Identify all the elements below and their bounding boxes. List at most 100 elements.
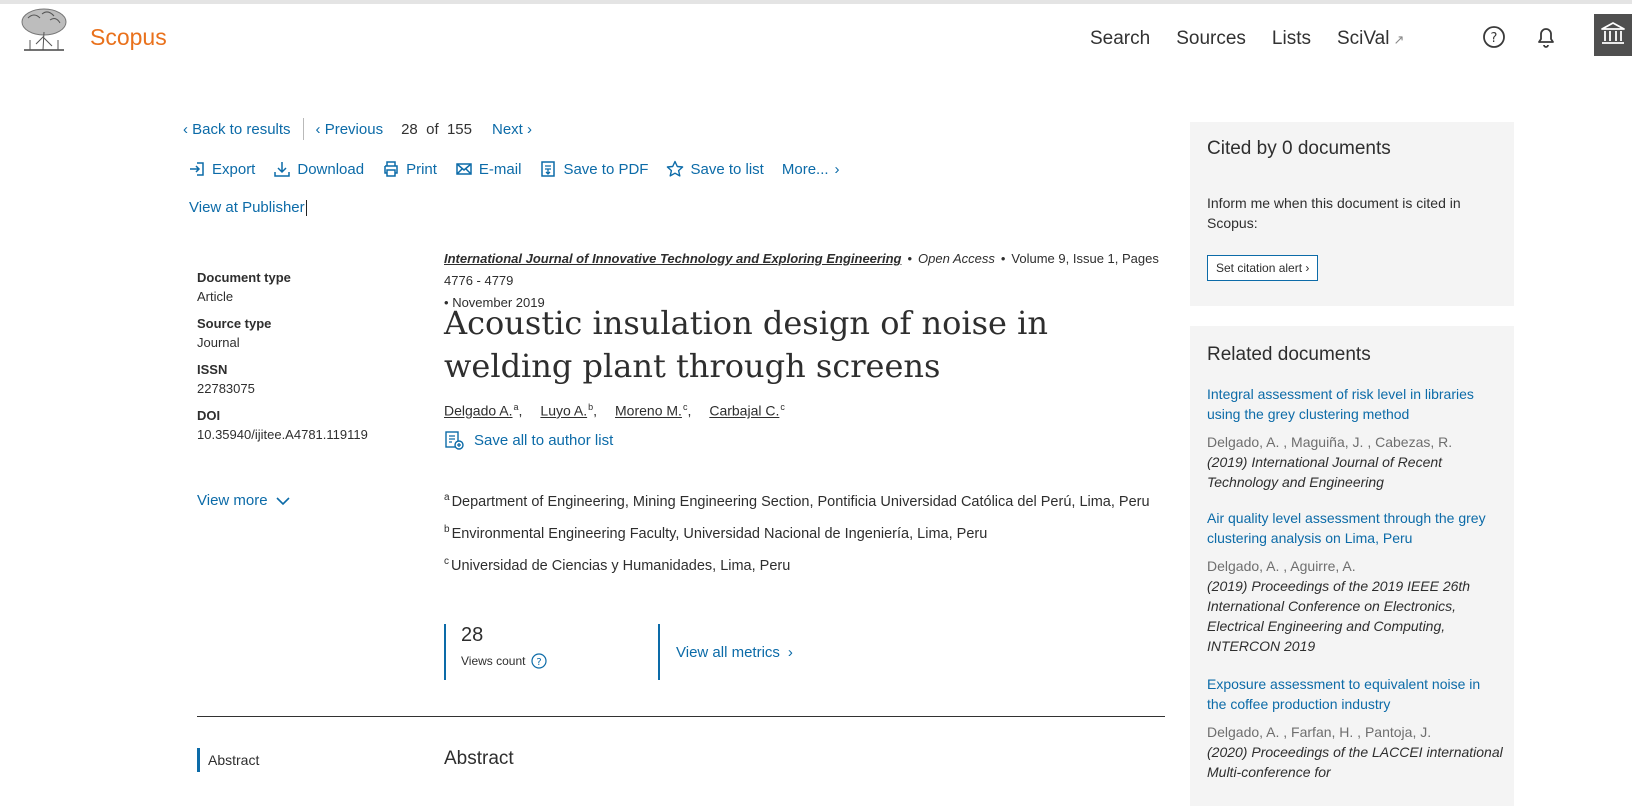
help-icon[interactable]: ? <box>531 653 548 669</box>
view-more-label: View more <box>197 492 268 509</box>
save-to-list-label: Save to list <box>690 160 764 178</box>
document-navigation: ‹ Back to results ‹ Previous 28 of 155 N… <box>183 118 532 140</box>
save-to-pdf-button[interactable]: Save to PDF <box>539 160 648 178</box>
doi-label: DOI <box>197 408 221 423</box>
print-button[interactable]: Print <box>382 160 437 178</box>
source-type-label: Source type <box>197 316 272 331</box>
nav-search[interactable]: Search <box>1090 28 1150 50</box>
pdf-icon <box>541 161 556 177</box>
source-type-value: Journal <box>197 335 240 350</box>
affiliation-sup: b <box>444 523 450 535</box>
view-all-metrics-label: View all metrics <box>676 643 780 661</box>
abstract-heading: Abstract <box>444 748 514 769</box>
author-item: Moreno M.c, <box>615 402 692 419</box>
star-icon <box>667 160 684 177</box>
related-document-link[interactable]: Integral assessment of risk level in lib… <box>1207 384 1503 424</box>
related-document-authors: Delgado, A. , Maguiña, J. , Cabezas, R. <box>1207 434 1453 450</box>
nav-lists[interactable]: Lists <box>1272 28 1311 50</box>
author-item: Carbajal C.c <box>709 402 785 419</box>
print-icon <box>384 161 398 177</box>
print-label: Print <box>406 160 437 178</box>
svg-text:?: ? <box>1491 31 1498 46</box>
views-count-metric: 28 Views count ? <box>444 624 548 680</box>
nav-scival[interactable]: SciVal ↗ <box>1337 28 1404 50</box>
download-button[interactable]: Download <box>273 160 364 178</box>
save-to-pdf-label: Save to PDF <box>563 160 649 178</box>
nav-scival-label: SciVal <box>1336 28 1390 49</box>
related-document-source: (2020) Proceedings of the LACCEI interna… <box>1207 744 1503 780</box>
affiliations: a Department of Engineering, Mining Engin… <box>444 486 1164 581</box>
open-access-label: Open Access <box>918 251 995 266</box>
save-to-list-button[interactable]: Save to list <box>666 160 764 178</box>
result-position: 28 of 155 <box>401 121 472 138</box>
download-icon <box>274 162 291 177</box>
author-link[interactable]: Delgado A. <box>444 403 513 419</box>
save-all-to-author-list-button[interactable]: Save all to author list <box>444 430 613 450</box>
chevron-right-icon: › <box>787 643 793 661</box>
scopus-brand[interactable]: Scopus <box>90 24 167 51</box>
article-title: Acoustic insulation design of noise in w… <box>444 304 1048 385</box>
author-link[interactable]: Carbajal C. <box>709 403 779 419</box>
affiliation-sup: c <box>444 555 449 567</box>
related-document-authors: Delgado, A. , Farfan, H. , Pantoja, J. <box>1207 724 1432 740</box>
set-citation-alert-button[interactable]: Set citation alert › <box>1207 255 1319 281</box>
author-affil-sup: b <box>588 402 594 412</box>
document-toolbar: Export Download Print E-mail Save to PDF… <box>188 160 840 178</box>
author-affil-sup: a <box>513 402 519 412</box>
cited-by-panel: Cited by 0 documents Inform me when this… <box>1190 122 1514 306</box>
result-position-number: 28 <box>401 120 418 138</box>
back-to-results-label: Back to results <box>192 120 291 138</box>
author-link[interactable]: Moreno M. <box>615 403 682 419</box>
site-header: Scopus Search Sources Lists SciVal ↗ ? <box>0 4 1632 70</box>
author-link[interactable]: Luyo A. <box>540 403 587 419</box>
author-affil-sup: c <box>780 402 785 412</box>
doi-value: 10.35940/ijitee.A4781.119119 <box>197 427 368 442</box>
related-document-item: Integral assessment of risk level in lib… <box>1207 384 1503 492</box>
help-icon[interactable]: ? <box>1481 24 1507 50</box>
cited-by-title: Cited by 0 documents <box>1207 138 1391 159</box>
affiliation-item: b Environmental Engineering Faculty, Univ… <box>444 518 1164 546</box>
related-document-authors: Delgado, A. , Aguirre, A. <box>1207 558 1356 574</box>
text-cursor <box>305 200 307 217</box>
issn-value: 22783075 <box>197 381 255 396</box>
email-label: E-mail <box>478 160 522 178</box>
next-link[interactable]: Next › <box>492 121 532 138</box>
author-affil-sup: c <box>682 402 688 412</box>
affiliation-sup: a <box>444 492 450 503</box>
more-label: More... <box>781 160 829 178</box>
affiliation-text: Environmental Engineering Faculty, Unive… <box>451 525 988 542</box>
issn-label: ISSN <box>197 362 228 377</box>
nav-sources[interactable]: Sources <box>1176 28 1246 50</box>
email-button[interactable]: E-mail <box>455 160 522 178</box>
result-position-of: of <box>426 120 439 138</box>
view-all-metrics-link[interactable]: View all metrics › <box>658 624 793 680</box>
bell-icon[interactable] <box>1533 24 1559 50</box>
download-label: Download <box>297 160 365 178</box>
elsevier-tree-logo-icon[interactable] <box>16 6 72 54</box>
view-at-publisher-link[interactable]: View at Publisher <box>189 199 307 217</box>
previous-link[interactable]: ‹ Previous <box>316 121 384 138</box>
related-documents-panel: Related documents Integral assessment of… <box>1190 326 1514 806</box>
set-citation-alert-label: Set citation alert <box>1216 261 1303 275</box>
related-document-link[interactable]: Air quality level assessment through the… <box>1207 508 1503 548</box>
section-divider <box>197 716 1165 717</box>
export-button[interactable]: Export <box>188 160 255 178</box>
views-count-label: Views count <box>461 654 526 668</box>
abstract-nav-item[interactable]: Abstract <box>197 748 259 772</box>
journal-link[interactable]: International Journal of Innovative Tech… <box>444 251 901 266</box>
external-link-icon: ↗ <box>1393 32 1405 47</box>
document-metadata: Document type Article Source type Journa… <box>197 270 417 442</box>
author-list-icon <box>445 431 464 450</box>
view-more-button[interactable]: View more <box>197 492 290 509</box>
next-label: Next <box>492 120 523 138</box>
more-button[interactable]: More... › <box>782 160 840 178</box>
export-icon <box>190 162 204 176</box>
back-to-results-link[interactable]: ‹ Back to results <box>183 121 291 138</box>
chevron-down-icon <box>276 496 290 505</box>
related-document-item: Exposure assessment to equivalent noise … <box>1207 674 1503 782</box>
author-item: Delgado A.a, <box>444 402 523 419</box>
institution-button[interactable] <box>1594 14 1632 56</box>
affiliation-item: c Universidad de Ciencias y Humanidades, … <box>444 550 1164 578</box>
related-document-link[interactable]: Exposure assessment to equivalent noise … <box>1207 674 1503 714</box>
email-icon <box>456 163 472 175</box>
